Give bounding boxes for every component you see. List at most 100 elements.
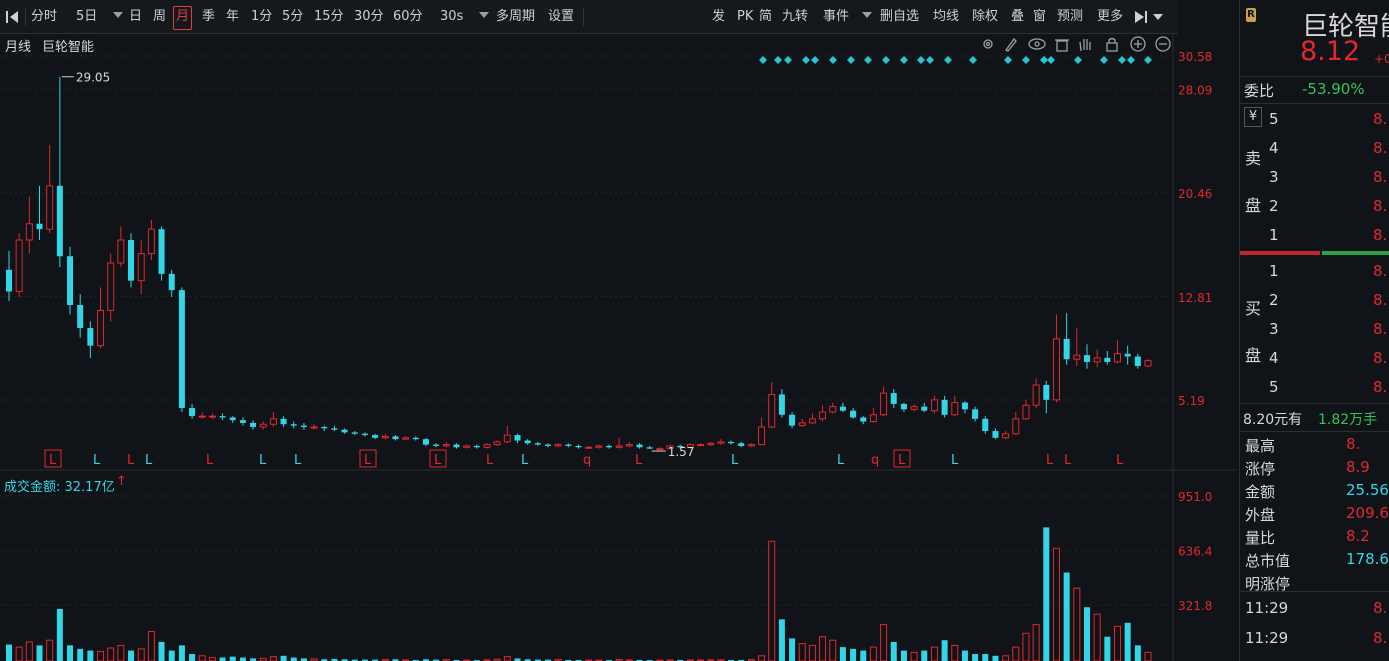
candle-body: [250, 422, 257, 427]
volume-bar: [117, 644, 125, 661]
candle-body: [36, 223, 43, 230]
event-diamond-icon: [759, 56, 767, 64]
tab-year[interactable]: 年: [226, 6, 239, 28]
candle-body: [483, 444, 491, 448]
forecast-button[interactable]: 预测: [1057, 6, 1083, 28]
tab-intraday[interactable]: 分时: [31, 6, 57, 28]
tab-15min[interactable]: 15分: [314, 6, 344, 28]
tab-quarter[interactable]: 季: [202, 6, 215, 28]
candle-body: [331, 428, 338, 430]
stat-value: 25.56: [1346, 481, 1389, 499]
volume-bar: [819, 636, 827, 661]
buy-row-price: 8.: [1373, 291, 1388, 309]
candle-body: [97, 309, 105, 347]
ex-rights-button[interactable]: 除权: [972, 6, 998, 28]
events-button[interactable]: 事件: [823, 6, 849, 28]
volume-bar: [503, 656, 511, 661]
chevron-down-icon[interactable]: [479, 12, 489, 18]
volume-bar: [1083, 607, 1090, 661]
price-tick-label: 28.09: [1178, 84, 1212, 98]
candle-body: [869, 414, 877, 423]
stat-label: 外盘: [1245, 506, 1276, 524]
volume-bar: [930, 646, 938, 661]
expand-right-icon[interactable]: [1135, 10, 1165, 24]
volume-bar: [829, 639, 837, 661]
event-marker: L: [127, 453, 135, 468]
tab-day[interactable]: 日: [129, 6, 142, 28]
sell-row-price: 8.: [1373, 139, 1388, 157]
event-diamond-icon: [1144, 56, 1152, 64]
tab-week[interactable]: 周: [153, 6, 166, 28]
volume-bar: [1022, 632, 1030, 661]
volume-bar: [1073, 587, 1081, 661]
candle-body: [158, 229, 165, 274]
chevron-down-icon[interactable]: [862, 12, 872, 18]
volume-tick-label: 636.4: [1178, 545, 1212, 559]
publish-button[interactable]: 发: [712, 6, 725, 28]
kline-chart-area[interactable]: 月线 巨轮智能 LLLLLLLLLLLqLLLqLLLLL 30.58 28.09…: [0, 34, 1238, 661]
candle-body: [697, 444, 705, 447]
candle-body: [503, 434, 511, 443]
tab-1min[interactable]: 1分: [251, 6, 272, 28]
volume-bar: [290, 657, 297, 661]
buy-row-level: 1: [1269, 262, 1279, 280]
candle-body: [1144, 360, 1152, 367]
volume-bar: [229, 656, 236, 661]
candle-body: [768, 393, 776, 428]
window-button[interactable]: 窗: [1033, 6, 1046, 28]
candle-body: [392, 436, 399, 440]
volume-bar: [15, 646, 23, 661]
tab-30min[interactable]: 30分: [354, 6, 384, 28]
candle-body: [463, 445, 471, 448]
stat-label: 金额: [1245, 483, 1276, 501]
multi-period-button[interactable]: 多周期: [496, 6, 535, 28]
tab-30s[interactable]: 30s: [440, 6, 463, 28]
sell-label-1: 卖: [1245, 149, 1262, 168]
nine-turn-button[interactable]: 九转: [782, 6, 808, 28]
volume-bar: [87, 650, 94, 661]
stat-label: 最高: [1245, 437, 1276, 455]
sell-row-level: 2: [1269, 197, 1279, 215]
pk-button[interactable]: PK: [737, 6, 753, 28]
chevron-down-icon[interactable]: [113, 12, 123, 18]
collapse-left-icon[interactable]: [6, 11, 22, 23]
tab-60min[interactable]: 60分: [393, 6, 423, 28]
event-marker: L: [93, 453, 101, 468]
candle-body: [1113, 353, 1121, 363]
kline-svg: LLLLLLLLLLLqLLLqLLLLL 30.5828.0920.4612.…: [0, 34, 1238, 661]
sell-bar: [1240, 251, 1320, 255]
settings-button[interactable]: 设置: [548, 6, 574, 28]
period-toolbar: 分时 5日 日 周 月 季 年 1分 5分 15分 30分 60分 30s 多周…: [0, 0, 1178, 34]
buy-row-price: 8.: [1373, 378, 1388, 396]
candle-body: [860, 417, 867, 422]
tab-5day[interactable]: 5日: [76, 6, 97, 28]
volume-tick-label: 951.0: [1178, 490, 1212, 504]
simple-button[interactable]: 简: [759, 6, 772, 28]
candle-body: [290, 424, 297, 426]
candle-body: [128, 239, 135, 281]
overlay-button[interactable]: 叠: [1011, 6, 1024, 28]
candle-body: [880, 392, 888, 416]
candle-body: [56, 185, 63, 257]
remove-watchlist-button[interactable]: 删自选: [880, 6, 919, 28]
volume-bar: [982, 654, 989, 661]
outer-vol-text: 1.82万手: [1318, 412, 1378, 428]
volume-bar: [56, 608, 63, 661]
candle-body: [15, 239, 23, 292]
moving-average-button[interactable]: 均线: [933, 6, 959, 28]
buy-row-level: 4: [1269, 349, 1279, 367]
volume-bar: [198, 655, 206, 661]
more-button[interactable]: 更多: [1097, 6, 1123, 28]
sell-row-price: 8.: [1373, 110, 1388, 128]
volume-bar: [1144, 651, 1152, 661]
tab-month[interactable]: 月: [173, 6, 193, 30]
candle-body: [747, 444, 755, 447]
candle-body: [1063, 338, 1070, 360]
tab-5min[interactable]: 5分: [282, 6, 303, 28]
currency-icon[interactable]: ¥: [1244, 107, 1262, 127]
volume-bar: [1124, 622, 1131, 661]
volume-bar: [128, 650, 135, 661]
high-marker-label: 29.05: [76, 71, 110, 85]
candle-body: [259, 423, 267, 428]
event-diamond-icon: [1127, 56, 1135, 64]
